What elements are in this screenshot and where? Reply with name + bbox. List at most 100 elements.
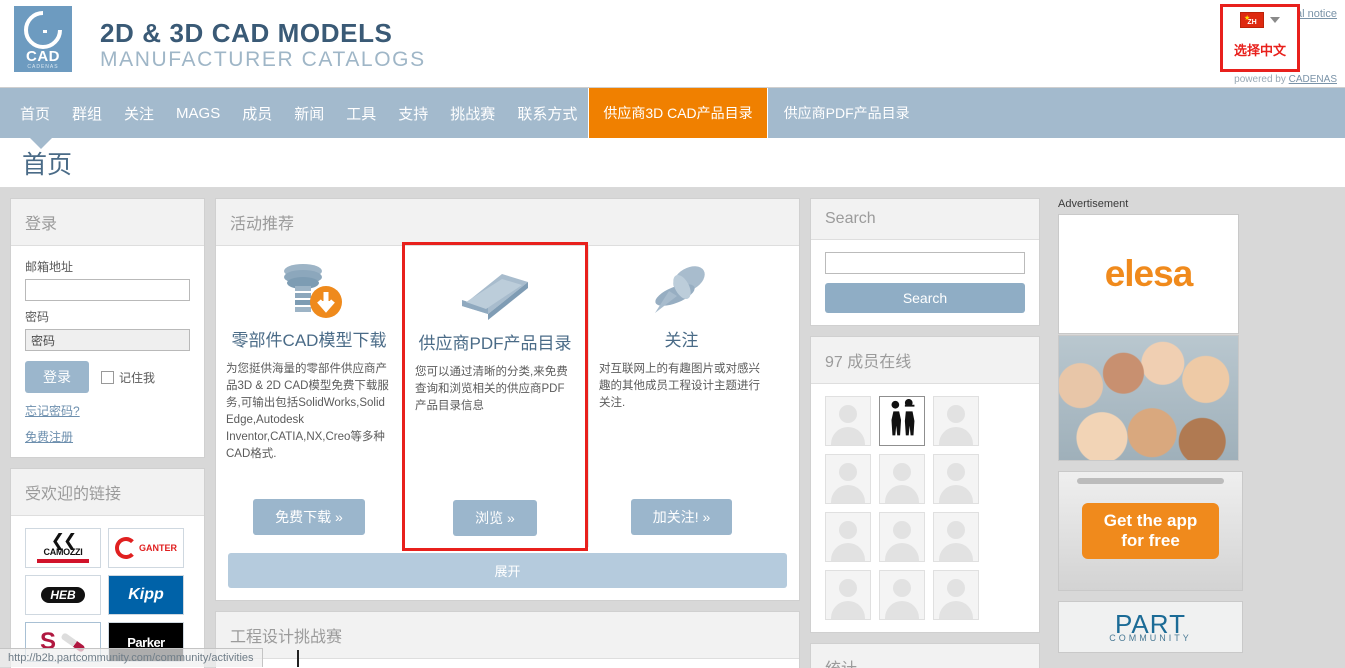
nav-item-members[interactable]: 成员: [231, 88, 283, 138]
promo-card-description: 对互联网上的有趣图片或对感兴趣的其他成员工程设计主题进行关注.: [599, 363, 760, 409]
ad-banner-part-community[interactable]: PART COMMUNITY: [1058, 601, 1243, 653]
language-selector-row[interactable]: ★ ZH: [1240, 12, 1280, 28]
nav-item-challenge[interactable]: 挑战赛: [439, 88, 506, 138]
password-label: 密码: [25, 310, 50, 324]
partner-logo-ganter[interactable]: GANTER: [108, 528, 184, 568]
language-selector-highlight[interactable]: ★ ZH 选择中文: [1220, 4, 1300, 72]
book-icon: [456, 263, 534, 325]
nav-item-contact[interactable]: 联系方式: [506, 88, 588, 138]
avatar[interactable]: [879, 512, 925, 562]
popular-links-body: ❮❮ CAMOZZI GANTER HEB Kipp S Parker: [11, 516, 204, 668]
promo-card-cad-download[interactable]: 零部件CAD模型下载 为您挺供海量的零部件供应商产品3D & 2D CAD模型免…: [216, 246, 402, 547]
logo-cad-text: CAD: [26, 47, 60, 65]
avatar[interactable]: [825, 454, 871, 504]
cadenas-link[interactable]: CADENAS: [1289, 74, 1337, 85]
search-panel-title: Search: [811, 199, 1039, 240]
avatar[interactable]: [933, 570, 979, 620]
activities-panel-title: 活动推荐: [216, 199, 799, 246]
part-community-logo-subtext: COMMUNITY: [1109, 633, 1192, 643]
nav-item-supplier-3d-cad-catalog[interactable]: 供应商3D CAD产品目录: [588, 88, 768, 138]
challenge-panel: 工程设计挑战赛 浏览我们的 eChallenges 以便了解如何上传您的设计作品…: [215, 611, 800, 668]
page-title: 首页: [22, 150, 73, 179]
promo-card-description: 您可以通过清晰的分类,来免费查询和浏览相关的供应商PDF产品目录信息: [415, 366, 568, 412]
ad-banner-people-photo[interactable]: [1058, 335, 1239, 461]
expand-button[interactable]: 展开: [228, 553, 787, 588]
avatar[interactable]: [933, 454, 979, 504]
pushpin-icon: [649, 260, 715, 322]
nav-item-news[interactable]: 新闻: [283, 88, 335, 138]
partner-logo-camozzi-label: CAMOZZI: [43, 546, 83, 557]
login-panel-title: 登录: [11, 199, 204, 246]
partner-logo-grid: ❮❮ CAMOZZI GANTER HEB Kipp S Parker: [25, 528, 190, 668]
nav-item-support[interactable]: 支持: [387, 88, 439, 138]
remember-me-label: 记住我: [119, 370, 156, 385]
login-button[interactable]: 登录: [25, 361, 89, 393]
avatar[interactable]: [879, 396, 925, 446]
password-field[interactable]: [25, 329, 190, 351]
free-download-button[interactable]: 免费下载 »: [253, 499, 365, 535]
get-app-line-2: for free: [1121, 531, 1180, 550]
brand-line-1: 2D & 3D CAD MODELS: [100, 18, 393, 48]
select-chinese-label[interactable]: 选择中文: [1234, 40, 1286, 59]
remember-me-checkbox[interactable]: [101, 370, 114, 384]
browse-button[interactable]: 浏览 »: [453, 500, 537, 536]
email-field[interactable]: [25, 279, 190, 301]
powered-by-text: powered by: [1234, 74, 1286, 85]
remember-me-wrapper[interactable]: 记住我: [101, 369, 155, 386]
ad-banner-get-app[interactable]: Get the app for free: [1058, 471, 1243, 591]
nav-item-mags[interactable]: MAGS: [165, 88, 231, 138]
main-navigation: 首页 群组 关注 MAGS 成员 新闻 工具 支持 挑战赛 联系方式 供应商3D…: [0, 88, 1345, 149]
chevron-down-icon[interactable]: [1270, 17, 1280, 23]
browser-status-bar: http://b2b.partcommunity.com/community/a…: [0, 648, 263, 667]
promo-card-list: 零部件CAD模型下载 为您挺供海量的零部件供应商产品3D & 2D CAD模型免…: [216, 242, 799, 551]
cadenas-logo[interactable]: CAD CADENAS: [14, 6, 72, 72]
right-sidebar: Search Search 97 成员在线: [810, 198, 1040, 668]
nav-item-tools[interactable]: 工具: [335, 88, 387, 138]
cad-download-icon: [273, 260, 345, 322]
promo-card-title: 关注: [664, 331, 699, 350]
logo-cadenas-subtext: CADENAS: [27, 63, 59, 70]
brand-title: 2D & 3D CAD MODELS MANUFACTURER CATALOGS: [100, 18, 426, 72]
nav-item-follow[interactable]: 关注: [113, 88, 165, 138]
follow-button[interactable]: 加关注! »: [630, 499, 733, 535]
promo-card-title: 供应商PDF产品目录: [418, 334, 572, 353]
get-app-button[interactable]: Get the app for free: [1081, 503, 1220, 559]
advertisement-column: Advertisement elesa Get the app for free…: [1058, 198, 1243, 657]
avatar[interactable]: [825, 396, 871, 446]
nav-item-supplier-pdf-catalog[interactable]: 供应商PDF产品目录: [768, 88, 926, 138]
avatar[interactable]: [825, 512, 871, 562]
partner-logo-heb[interactable]: HEB: [25, 575, 101, 615]
members-online-body: [811, 384, 1039, 632]
avatar[interactable]: [825, 570, 871, 620]
page-title-bar: 首页: [0, 138, 1345, 188]
nav-item-home[interactable]: 首页: [0, 88, 61, 138]
nav-item-groups[interactable]: 群组: [61, 88, 113, 138]
avatar[interactable]: [879, 570, 925, 620]
partner-logo-camozzi[interactable]: ❮❮ CAMOZZI: [25, 528, 101, 568]
free-register-link[interactable]: 免费注册: [25, 428, 190, 445]
elesa-logo-text: elesa: [1104, 253, 1194, 294]
left-sidebar: 登录 邮箱地址 密码 登录 记住我 忘记密码? 免费注册 受欢迎的链接: [10, 198, 205, 668]
avatar[interactable]: [933, 396, 979, 446]
statistics-panel-title: 统计: [811, 644, 1039, 668]
search-panel: Search Search: [810, 198, 1040, 326]
login-panel: 登录 邮箱地址 密码 登录 记住我 忘记密码? 免费注册: [10, 198, 205, 458]
forgot-password-link[interactable]: 忘记密码?: [25, 402, 190, 419]
promo-card-follow[interactable]: 关注 对互联网上的有趣图片或对感兴趣的其他成员工程设计主题进行关注. 加关注! …: [588, 246, 774, 547]
promo-card-supplier-pdf-catalog[interactable]: 供应商PDF产品目录 您可以通过清晰的分类,来免费查询和浏览相关的供应商PDF产…: [402, 242, 588, 551]
search-button[interactable]: Search: [825, 283, 1025, 313]
promo-card-title: 零部件CAD模型下载: [231, 331, 387, 350]
statistics-panel: 统计 115,822 Member: [810, 643, 1040, 668]
avatar[interactable]: [933, 512, 979, 562]
main-column: 活动推荐 零部件CAD模型下载 为您挺供海量的零部件供应商产品3D & 2D C…: [215, 198, 800, 668]
advertisement-label: Advertisement: [1058, 198, 1129, 210]
search-input[interactable]: [825, 252, 1025, 274]
avatar[interactable]: [879, 454, 925, 504]
members-online-panel: 97 成员在线: [810, 336, 1040, 633]
nav-active-pointer-icon: [30, 138, 52, 149]
partner-logo-kipp[interactable]: Kipp: [108, 575, 184, 615]
avatar-grid: [825, 396, 1025, 620]
site-header: CAD CADENAS 2D & 3D CAD MODELS MANUFACTU…: [0, 0, 1345, 88]
members-online-title: 97 成员在线: [811, 337, 1039, 384]
ad-banner-elesa[interactable]: elesa: [1058, 214, 1239, 334]
